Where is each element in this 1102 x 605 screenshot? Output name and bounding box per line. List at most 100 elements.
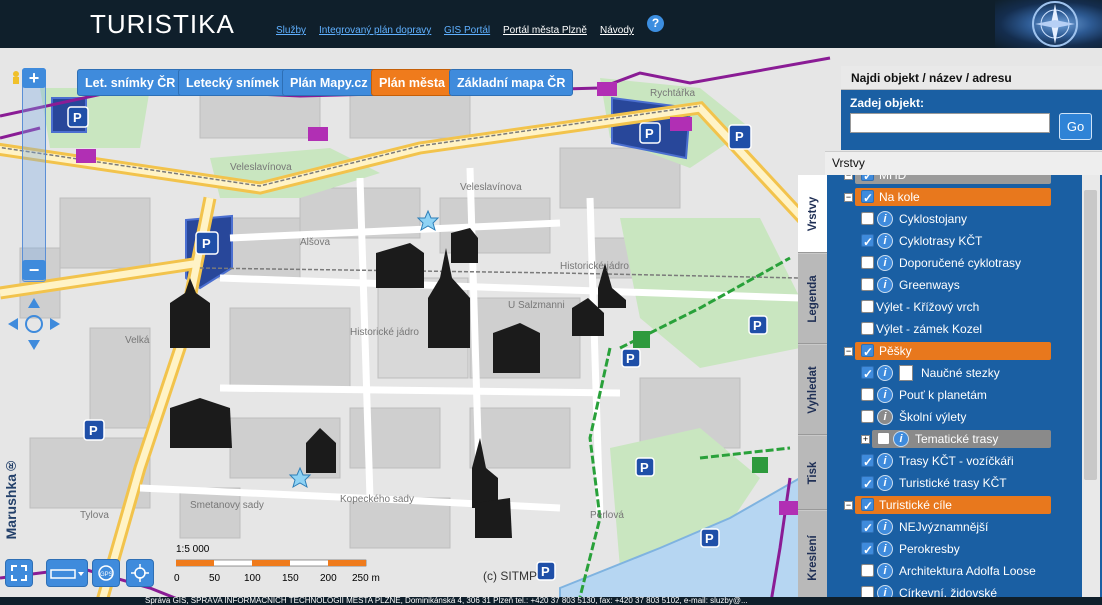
layer-checkbox[interactable] xyxy=(861,473,874,495)
layer-label: Naučné stezky xyxy=(921,366,1000,380)
layer-row[interactable]: i Cyklostojany xyxy=(827,208,1082,230)
layer-checkbox[interactable] xyxy=(861,363,874,385)
search-go-button[interactable]: Go xyxy=(1059,113,1092,140)
zoom-slider[interactable] xyxy=(22,68,46,282)
tab-legend[interactable]: Legenda xyxy=(798,254,827,344)
layer-label: Školní výlety xyxy=(899,410,967,424)
layer-checkbox[interactable] xyxy=(861,388,874,401)
layer-row[interactable]: i Architektura Adolfa Loose xyxy=(827,560,1082,582)
tab-search[interactable]: Vyhledat xyxy=(798,345,827,435)
layers-scrollbar-thumb[interactable] xyxy=(1084,190,1097,480)
pan-control-icon[interactable] xyxy=(6,296,62,352)
tab-layers[interactable]: Vrstvy xyxy=(798,175,827,253)
tab-print[interactable]: Tisk xyxy=(798,436,827,510)
collapse-toggle-icon[interactable]: − xyxy=(844,347,853,356)
layer-label: Perokresby xyxy=(899,542,960,556)
svg-text:P: P xyxy=(645,126,654,141)
layer-row[interactable]: i Doporučené cyklotrasy xyxy=(827,252,1082,274)
svg-text:Perlová: Perlová xyxy=(590,510,624,521)
layer-row[interactable]: i Pouť k planetám xyxy=(827,384,1082,406)
layer-info-icon[interactable]: i xyxy=(877,519,893,535)
nav-link-gis-portal[interactable]: GIS Portál xyxy=(444,25,490,36)
layer-checkbox[interactable] xyxy=(861,517,874,539)
layer-checkbox[interactable] xyxy=(861,231,874,253)
nav-link-city-portal[interactable]: Portál města Plzně xyxy=(503,25,587,36)
layer-label: Výlet - zámek Kozel xyxy=(876,322,983,336)
collapse-toggle-icon[interactable]: − xyxy=(844,501,853,510)
layer-checkbox[interactable] xyxy=(861,341,874,363)
layer-info-icon[interactable]: i xyxy=(877,409,893,425)
document-icon xyxy=(899,365,913,381)
nav-link-guides[interactable]: Návody xyxy=(600,25,634,36)
layer-row[interactable]: + i Tematické trasy xyxy=(827,428,1082,450)
basemap-mapy-cz-button[interactable]: Plán Mapy.cz xyxy=(282,69,376,96)
layer-info-icon[interactable]: i xyxy=(877,277,893,293)
layer-checkbox[interactable] xyxy=(861,322,874,335)
layer-checkbox[interactable] xyxy=(861,300,874,313)
layer-checkbox[interactable] xyxy=(861,175,874,187)
basemap-city-plan-button[interactable]: Plán města xyxy=(371,69,454,96)
svg-text:Veleslavínova: Veleslavínova xyxy=(230,162,292,173)
layer-checkbox[interactable] xyxy=(861,410,874,423)
layer-checkbox[interactable] xyxy=(861,539,874,561)
basemap-base-map-cr-button[interactable]: Základní mapa ČR xyxy=(449,69,574,96)
layer-info-icon[interactable]: i xyxy=(877,387,893,403)
crosshair-icon xyxy=(131,564,149,582)
svg-text:P: P xyxy=(640,460,649,475)
layer-checkbox[interactable] xyxy=(861,495,874,517)
layer-info-icon[interactable]: i xyxy=(877,563,893,579)
layer-row[interactable]: i Turistické trasy KČT xyxy=(827,472,1082,495)
nav-link-transport-plan[interactable]: Integrovaný plán dopravy xyxy=(319,25,431,36)
collapse-toggle-icon[interactable]: − xyxy=(844,175,853,180)
layer-row[interactable]: i Školní výlety xyxy=(827,406,1082,428)
tab-drawing[interactable]: Kreslení xyxy=(798,511,827,605)
layer-checkbox[interactable] xyxy=(861,187,874,209)
layer-row[interactable]: i Perokresby xyxy=(827,538,1082,561)
layer-info-icon[interactable]: i xyxy=(877,255,893,271)
layer-checkbox[interactable] xyxy=(861,212,874,225)
expand-toggle-icon[interactable]: + xyxy=(861,435,870,444)
layer-label: NEJvýznamnější xyxy=(899,520,989,534)
layer-row[interactable]: − Pěšky xyxy=(827,340,1082,363)
layer-row[interactable]: Výlet - zámek Kozel xyxy=(827,318,1082,340)
layer-row[interactable]: i Naučné stezky xyxy=(827,362,1082,385)
layer-checkbox[interactable] xyxy=(877,432,890,445)
layer-row[interactable]: Výlet - Křížový vrch xyxy=(827,296,1082,318)
layer-row[interactable]: i NEJvýznamnější xyxy=(827,516,1082,539)
layer-row[interactable]: − Na kole xyxy=(827,186,1082,209)
zoom-in-button[interactable]: + xyxy=(22,68,46,88)
gps-button[interactable]: GPS xyxy=(92,559,120,587)
layer-info-icon[interactable]: i xyxy=(877,233,893,249)
compass-rose-icon xyxy=(1032,1,1078,47)
search-input[interactable] xyxy=(850,113,1050,133)
layer-info-icon[interactable]: i xyxy=(877,365,893,381)
layer-info-icon[interactable]: i xyxy=(893,431,909,447)
layer-label: Tematické trasy xyxy=(915,432,999,446)
measure-button[interactable] xyxy=(46,559,88,587)
nav-link-services[interactable]: Služby xyxy=(276,25,306,36)
scale-graphic xyxy=(175,559,367,567)
basemap-aerial-button[interactable]: Letecký snímek xyxy=(178,69,288,96)
zoom-out-button[interactable]: − xyxy=(22,260,46,280)
layer-row[interactable]: i Greenways xyxy=(827,274,1082,296)
layer-label: Pěšky xyxy=(879,344,912,358)
layer-checkbox[interactable] xyxy=(861,256,874,269)
layer-info-icon[interactable]: i xyxy=(877,453,893,469)
layer-row[interactable]: i Trasy KČT - vozíčkáři xyxy=(827,450,1082,473)
layer-info-icon[interactable]: i xyxy=(877,541,893,557)
scale-tick-0: 0 xyxy=(174,573,180,584)
layer-row[interactable]: − MHD xyxy=(827,175,1082,187)
collapse-toggle-icon[interactable]: − xyxy=(844,193,853,202)
layer-row[interactable]: − Turistické cíle xyxy=(827,494,1082,517)
layer-info-icon[interactable]: i xyxy=(877,475,893,491)
layer-checkbox[interactable] xyxy=(861,451,874,473)
basemap-aerial-cr-button[interactable]: Let. snímky ČR xyxy=(77,69,184,96)
layer-info-icon[interactable]: i xyxy=(877,211,893,227)
pegman-icon[interactable] xyxy=(9,70,23,84)
fullscreen-button[interactable] xyxy=(5,559,33,587)
layer-row[interactable]: i Cyklotrasy KČT xyxy=(827,230,1082,253)
locate-button[interactable] xyxy=(126,559,154,587)
layer-checkbox[interactable] xyxy=(861,278,874,291)
help-icon[interactable]: ? xyxy=(647,15,664,32)
layer-checkbox[interactable] xyxy=(861,564,874,577)
